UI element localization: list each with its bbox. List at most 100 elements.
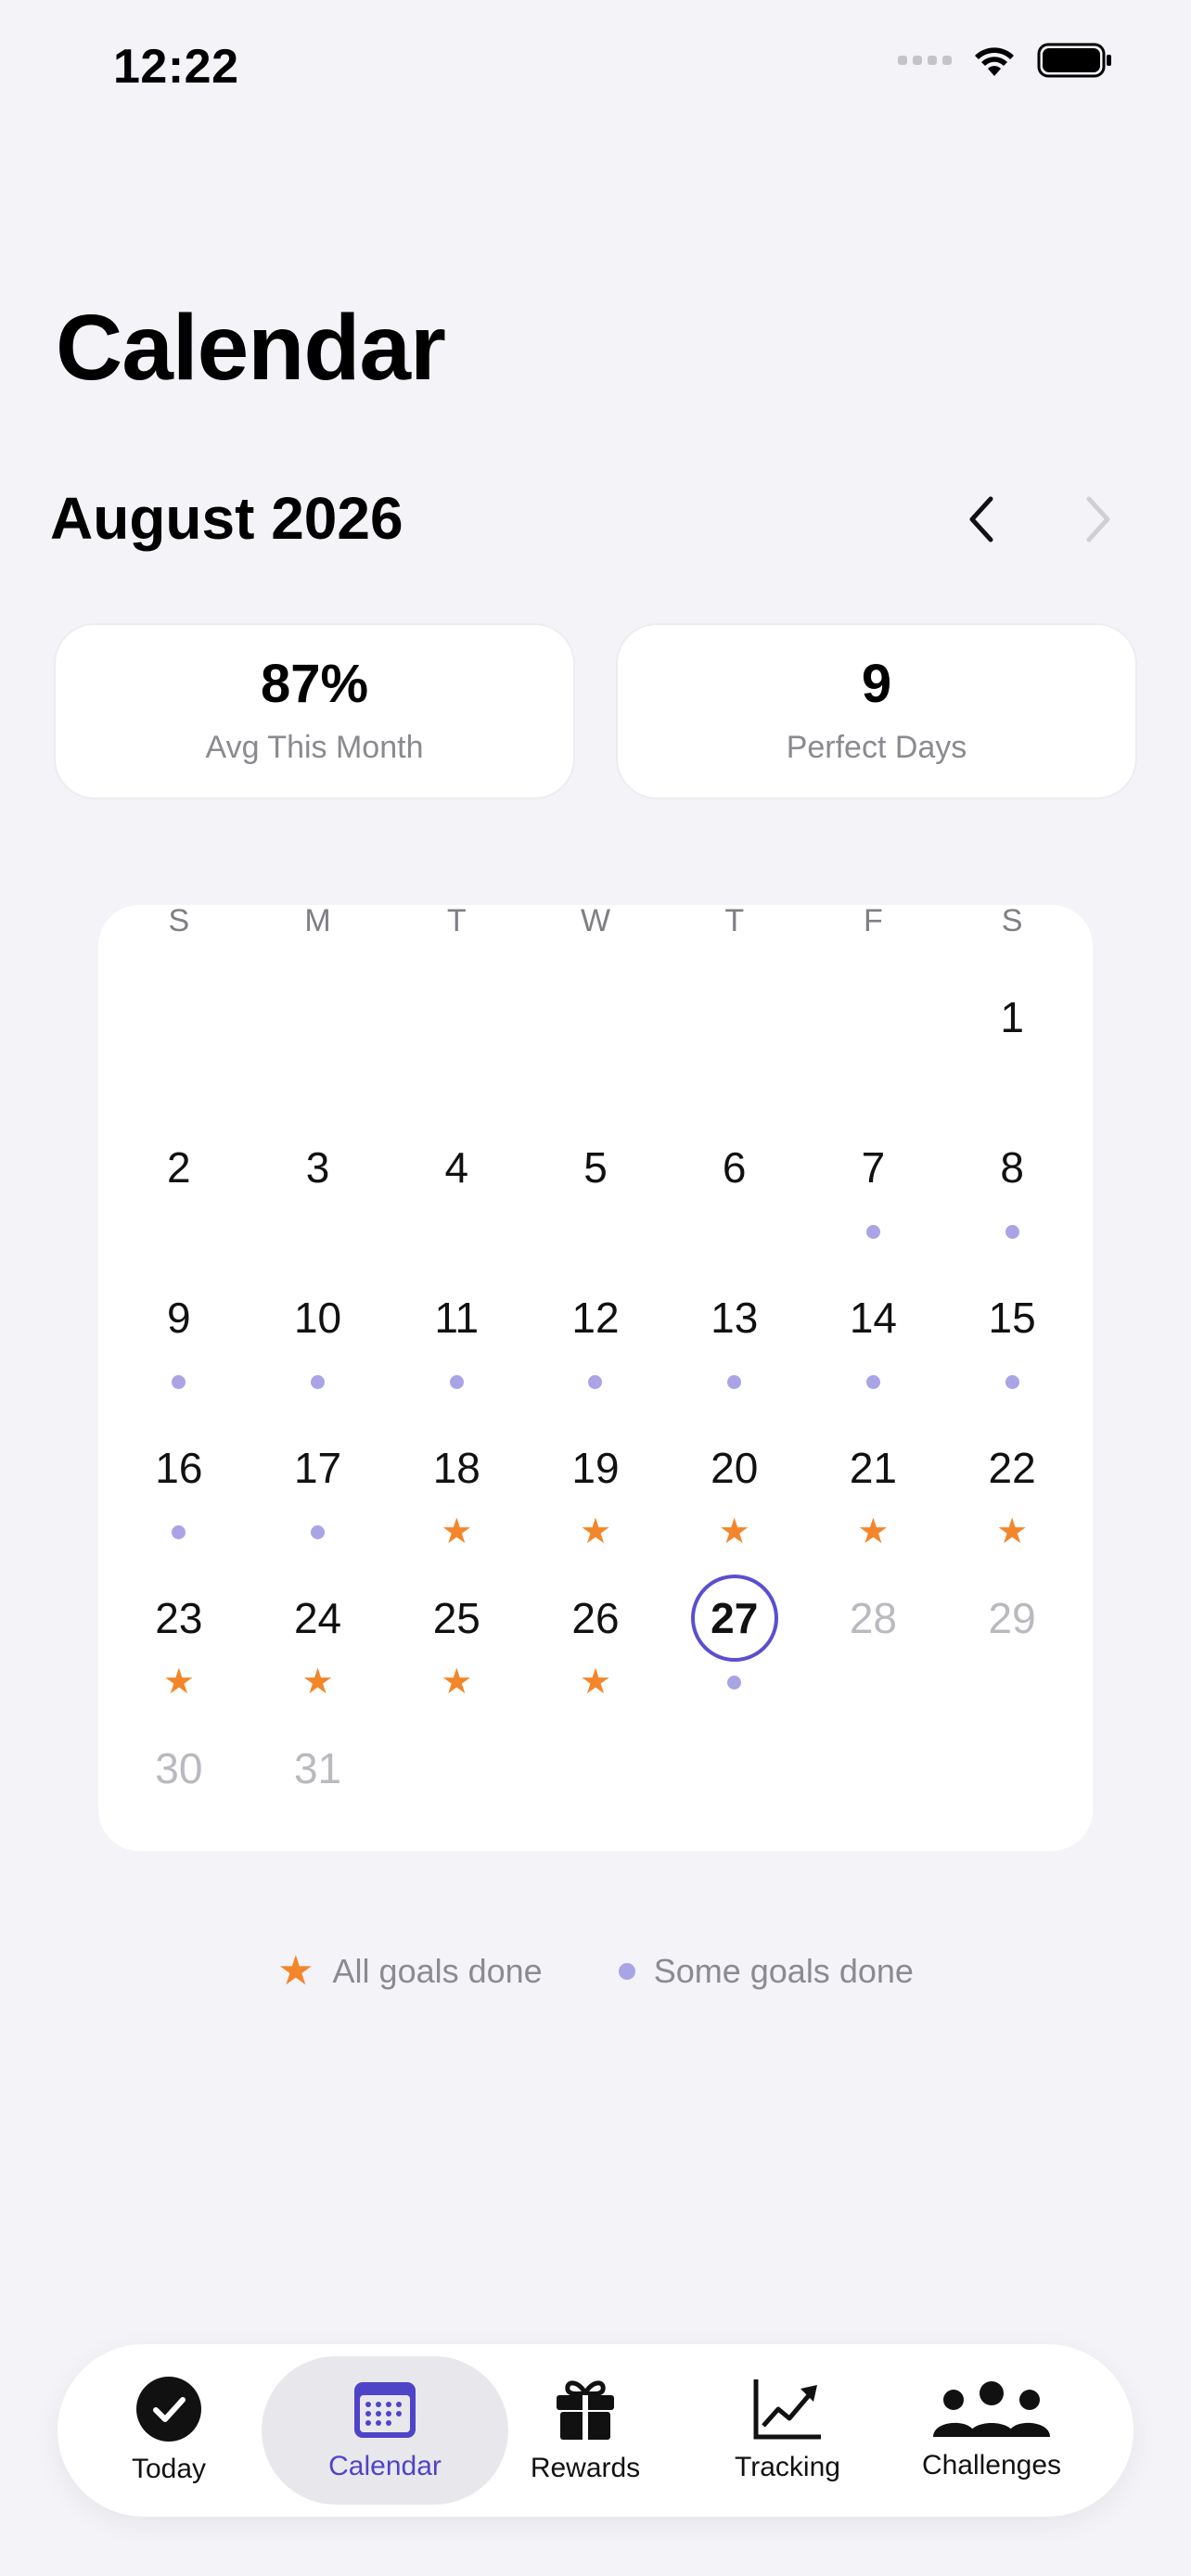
weekday-label: M bbox=[304, 903, 331, 938]
star-icon: ★ bbox=[162, 1663, 195, 1702]
day-cell[interactable]: 17 bbox=[249, 1415, 388, 1565]
avg-month-card: 87% Avg This Month bbox=[54, 623, 575, 799]
day-number: 19 bbox=[571, 1444, 620, 1492]
day-number: 16 bbox=[155, 1444, 203, 1492]
day-number: 4 bbox=[444, 1143, 469, 1192]
tab-today[interactable]: Today bbox=[76, 2356, 262, 2505]
day-marker bbox=[865, 1213, 880, 1250]
day-marker bbox=[172, 1513, 186, 1550]
day-cell[interactable]: 12 bbox=[526, 1265, 665, 1415]
star-icon: ★ bbox=[996, 1512, 1029, 1551]
calendar-screen: 12:22 Calendar August 2026 87% Avg This … bbox=[0, 0, 1191, 2576]
tab-calendar[interactable]: Calendar bbox=[262, 2356, 508, 2505]
day-number: 31 bbox=[293, 1744, 342, 1792]
star-icon: ★ bbox=[579, 1663, 612, 1702]
day-cell[interactable]: 16 bbox=[109, 1415, 249, 1565]
day-number: 2 bbox=[167, 1143, 191, 1192]
day-number: 8 bbox=[1000, 1143, 1024, 1192]
day-cell[interactable]: 28 bbox=[804, 1565, 943, 1715]
day-cell[interactable]: 21 ★ bbox=[804, 1415, 943, 1565]
legend: ★ All goals done Some goals done bbox=[0, 1951, 1191, 1992]
day-marker bbox=[172, 1363, 186, 1400]
day-cell[interactable]: 4 bbox=[387, 1115, 526, 1265]
day-cell[interactable]: 26 ★ bbox=[526, 1565, 665, 1715]
empty-day-cell bbox=[804, 964, 943, 1115]
dot-icon bbox=[311, 1524, 326, 1539]
dot-icon bbox=[1005, 1224, 1019, 1239]
day-cell[interactable]: 22 ★ bbox=[942, 1415, 1082, 1565]
next-month-button[interactable] bbox=[1061, 482, 1135, 556]
day-cell[interactable]: 24 ★ bbox=[249, 1565, 388, 1715]
day-number: 25 bbox=[432, 1594, 480, 1642]
day-cell[interactable]: 27 bbox=[665, 1565, 804, 1715]
day-number: 24 bbox=[293, 1594, 342, 1642]
day-cell[interactable]: 23 ★ bbox=[109, 1565, 249, 1715]
day-cell[interactable]: 1 bbox=[942, 964, 1082, 1115]
day-cell[interactable]: 30 bbox=[109, 1715, 249, 1866]
day-marker: ★ bbox=[719, 1513, 750, 1550]
day-cell[interactable]: 25 ★ bbox=[387, 1565, 526, 1715]
day-number: 13 bbox=[711, 1294, 759, 1342]
day-cell[interactable]: 5 bbox=[526, 1115, 665, 1265]
weekday-header: S M T W T F S bbox=[98, 903, 1093, 939]
weekday-label: T bbox=[724, 903, 745, 938]
day-number: 7 bbox=[861, 1143, 886, 1192]
day-marker bbox=[1005, 1363, 1019, 1400]
day-number: 1 bbox=[1000, 993, 1024, 1041]
day-cell[interactable]: 11 bbox=[387, 1265, 526, 1415]
day-number: 20 bbox=[711, 1444, 759, 1492]
day-number: 14 bbox=[849, 1294, 897, 1342]
tab-tracking-label: Tracking bbox=[735, 2452, 840, 2482]
weekday-label: S bbox=[1001, 903, 1023, 938]
calendar-grid: S M T W T F S 1 2 3 4 5 6 7 8 9 10 11 12 13 14 15 16 17 1… bbox=[98, 903, 1093, 1851]
day-cell[interactable]: 31 bbox=[249, 1715, 388, 1866]
tab-rewards[interactable]: Rewards bbox=[508, 2356, 662, 2505]
day-number: 18 bbox=[432, 1444, 480, 1492]
day-marker: ★ bbox=[580, 1664, 611, 1701]
avg-month-value: 87% bbox=[260, 653, 369, 714]
dot-icon bbox=[727, 1675, 742, 1690]
previous-month-button[interactable] bbox=[944, 482, 1018, 556]
day-number: 28 bbox=[849, 1594, 897, 1642]
day-cell[interactable]: 3 bbox=[249, 1115, 388, 1265]
calendar-icon bbox=[354, 2382, 416, 2438]
day-number: 29 bbox=[988, 1594, 1036, 1642]
day-number: 12 bbox=[571, 1294, 620, 1342]
day-cell[interactable]: 18 ★ bbox=[387, 1415, 526, 1565]
page-title: Calendar bbox=[56, 296, 446, 400]
day-cell[interactable]: 7 bbox=[804, 1115, 943, 1265]
day-cell[interactable]: 15 bbox=[942, 1265, 1082, 1415]
day-cell[interactable]: 14 bbox=[804, 1265, 943, 1415]
tab-rewards-label: Rewards bbox=[530, 2453, 641, 2483]
day-cell[interactable]: 6 bbox=[665, 1115, 804, 1265]
people-icon bbox=[933, 2381, 1050, 2437]
day-cell[interactable]: 9 bbox=[109, 1265, 249, 1415]
star-icon: ★ bbox=[579, 1512, 612, 1551]
day-number: 17 bbox=[293, 1444, 342, 1492]
day-number: 15 bbox=[988, 1294, 1036, 1342]
star-icon: ★ bbox=[277, 1948, 314, 1994]
cellular-signal-icon bbox=[898, 56, 952, 65]
tab-today-label: Today bbox=[131, 2454, 207, 2484]
day-number: 6 bbox=[722, 1143, 747, 1192]
day-marker bbox=[865, 1363, 880, 1400]
tab-tracking[interactable]: Tracking bbox=[662, 2356, 913, 2505]
legend-some-done-label: Some goals done bbox=[653, 1952, 914, 1990]
day-cell[interactable]: 2 bbox=[109, 1115, 249, 1265]
day-cell[interactable]: 19 ★ bbox=[526, 1415, 665, 1565]
day-number: 11 bbox=[434, 1294, 480, 1342]
day-number: 10 bbox=[293, 1294, 342, 1342]
day-number: 22 bbox=[988, 1444, 1036, 1492]
day-marker: ★ bbox=[996, 1513, 1028, 1550]
day-cell[interactable]: 8 bbox=[942, 1115, 1082, 1265]
dot-icon bbox=[172, 1524, 186, 1539]
dot-icon bbox=[449, 1374, 464, 1389]
day-cell[interactable]: 10 bbox=[249, 1265, 388, 1415]
dot-icon bbox=[1005, 1374, 1019, 1389]
dot-icon bbox=[618, 1963, 635, 1980]
day-cell[interactable]: 13 bbox=[665, 1265, 804, 1415]
day-cell[interactable]: 29 bbox=[942, 1565, 1082, 1715]
dot-icon bbox=[865, 1224, 880, 1239]
day-cell[interactable]: 20 ★ bbox=[665, 1415, 804, 1565]
tab-challenges[interactable]: Challenges bbox=[913, 2356, 1070, 2505]
